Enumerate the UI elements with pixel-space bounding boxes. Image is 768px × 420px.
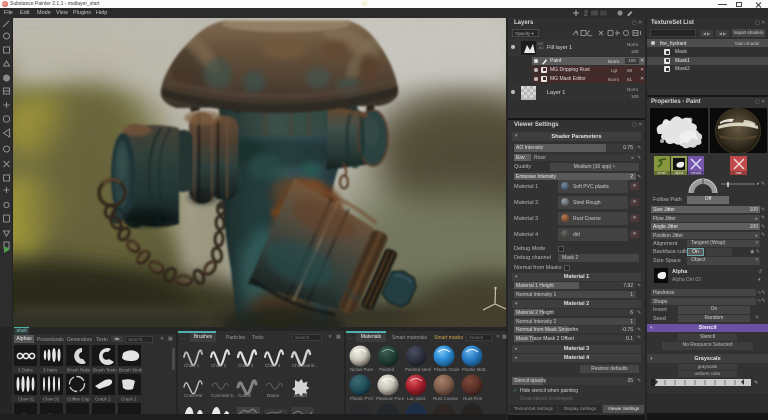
svg-text:Crack 1: Crack 1 xyxy=(95,397,111,402)
svg-text:Plastic PVC: Plastic PVC xyxy=(350,396,375,401)
svg-text:Coffee Cup: Coffee Cup xyxy=(67,397,90,402)
svg-text:3 Hairs: 3 Hairs xyxy=(43,368,58,373)
svg-text:Chalk 1: Chalk 1 xyxy=(184,363,200,368)
svg-text:Brush Strok: Brush Strok xyxy=(119,368,143,373)
svg-text:Painted: Painted xyxy=(379,367,395,372)
svg-text:Concrete: Concrete xyxy=(184,393,203,398)
svg-text:Painted steel: Painted steel xyxy=(405,367,431,372)
svg-text:Dama: Dama xyxy=(267,393,280,398)
svg-text:Charcoal B...: Charcoal B... xyxy=(292,363,318,368)
svg-text:Plastic Grain: Plastic Grain xyxy=(434,367,460,372)
svg-text:Platinum Pure: Platinum Pure xyxy=(376,396,405,401)
svg-text:Duster: Duster xyxy=(294,393,308,398)
svg-text:Claw 02: Claw 02 xyxy=(43,397,60,402)
svg-text:Concrete b...: Concrete b... xyxy=(211,393,237,398)
svg-text:Version 2.1.1: Version 2.1.1 xyxy=(21,26,48,31)
svg-text:Claw 01: Claw 01 xyxy=(18,397,35,402)
svg-text:Brush Rake: Brush Rake xyxy=(67,368,91,373)
svg-text:Plastic Matt...: Plastic Matt... xyxy=(462,367,489,372)
svg-text:Chalk 2: Chalk 2 xyxy=(211,363,227,368)
svg-text:Rust Fine: Rust Fine xyxy=(463,396,483,401)
svg-text:2: 2 xyxy=(584,11,588,18)
svg-text:Nickel Pure: Nickel Pure xyxy=(350,367,374,372)
svg-text:Lac paint: Lac paint xyxy=(407,396,426,401)
svg-text:Brush Textu: Brush Textu xyxy=(93,368,117,373)
svg-text:Cotton: Cotton xyxy=(238,393,252,398)
svg-text:Chalk 3: Chalk 3 xyxy=(238,363,254,368)
svg-text:Crack 2: Crack 2 xyxy=(121,397,137,402)
svg-text:3 Disks: 3 Disks xyxy=(18,368,34,373)
svg-text:Chalk 4: Chalk 4 xyxy=(265,363,281,368)
svg-text:Rust Coarse: Rust Coarse xyxy=(433,396,459,401)
